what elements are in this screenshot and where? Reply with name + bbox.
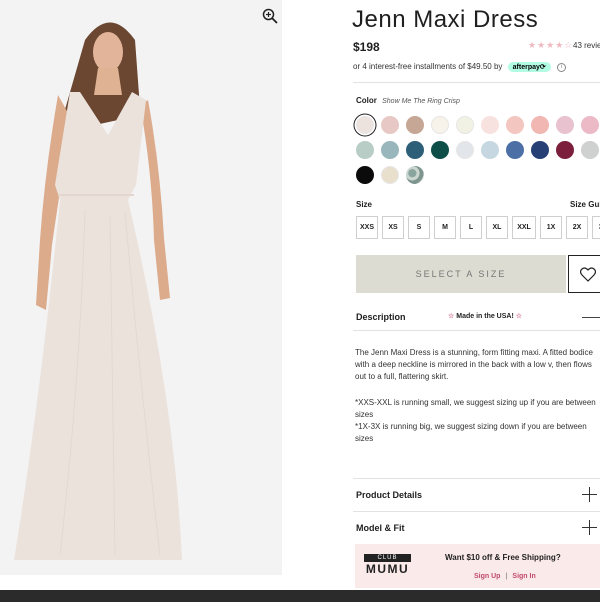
zoom-icon[interactable] [262,8,278,24]
wishlist-button[interactable] [568,255,600,293]
color-swatch[interactable] [456,141,474,159]
club-mumu-logo: CLUB MUMU [364,554,411,576]
sizing-note-big: *1X-3X is running big, we suggest sizing… [355,422,587,443]
size-option-3x[interactable]: 3X [592,216,600,239]
rating-stars[interactable]: ★★★★☆ [528,40,573,51]
color-swatch[interactable] [581,141,599,159]
size-option-xl[interactable]: XL [486,216,508,239]
club-links: Sign Up | Sign In [474,573,536,580]
model-fit-toggle[interactable]: Model & Fit [356,523,405,533]
color-swatch[interactable] [381,141,399,159]
sizing-note-small: *XXS-XXL is running small, we suggest si… [355,398,596,419]
size-option-l[interactable]: L [460,216,482,239]
size-option-xxs[interactable]: XXS [356,216,378,239]
color-swatch[interactable] [556,141,574,159]
product-image[interactable] [0,0,282,575]
sign-in-link[interactable]: Sign In [512,573,535,580]
expand-product-details-icon[interactable] [582,487,597,502]
selected-color-name: Show Me The Ring Crisp [382,98,460,105]
size-option-xxl[interactable]: XXL [512,216,536,239]
made-in-usa-badge: ☆ Made in the USA! ☆ [448,312,522,320]
description-heading[interactable]: Description [356,312,406,322]
product-details-toggle[interactable]: Product Details [356,490,422,500]
club-logo-bottom: MUMU [365,562,410,576]
color-swatch[interactable] [456,116,474,134]
color-swatch[interactable] [406,166,424,184]
heart-icon [580,266,596,282]
color-swatch[interactable] [431,141,449,159]
color-swatch[interactable] [406,141,424,159]
divider [353,82,600,83]
color-swatch[interactable] [381,116,399,134]
star-icon: ☆ [448,313,455,320]
star-icon: ☆ [515,313,523,320]
club-promo-text: Want $10 off & Free Shipping? [445,553,561,562]
size-option-xs[interactable]: XS [382,216,404,239]
divider [353,330,600,331]
color-swatch[interactable] [506,141,524,159]
size-option-m[interactable]: M [434,216,456,239]
size-option-2x[interactable]: 2X [566,216,588,239]
select-size-button[interactable]: SELECT A SIZE [356,255,566,293]
bottom-bar [0,590,600,602]
product-title: Jenn Maxi Dress [352,6,539,33]
color-swatch[interactable] [506,116,524,134]
color-heading: Color Show Me The Ring Crisp [356,96,460,105]
color-swatch[interactable] [481,116,499,134]
divider [353,511,600,512]
review-count-link[interactable]: 43 reviews [573,41,600,50]
color-swatch[interactable] [356,141,374,159]
color-swatch[interactable] [381,166,399,184]
divider [353,478,600,479]
color-swatch[interactable] [581,116,599,134]
afterpay-badge: afterpay⟳ [507,62,551,72]
info-icon[interactable]: i [557,62,566,72]
description-text: The Jenn Maxi Dress is a stunning, form … [355,348,593,381]
model-photo [0,0,282,575]
color-swatch[interactable] [431,116,449,134]
color-swatch[interactable] [531,141,549,159]
color-label: Color [356,96,377,105]
color-swatch[interactable] [356,116,374,134]
color-swatch[interactable] [556,116,574,134]
color-swatch[interactable] [356,166,374,184]
color-swatch[interactable] [481,141,499,159]
product-price: $198 [353,40,380,54]
collapse-description-icon[interactable] [582,317,600,318]
color-swatch[interactable] [406,116,424,134]
club-logo-top: CLUB [364,554,411,562]
expand-model-fit-icon[interactable] [582,520,597,535]
made-in-usa-text: Made in the USA! [456,313,514,320]
color-swatch[interactable] [531,116,549,134]
installments-label: or 4 interest-free installments of $49.5… [353,62,503,72]
size-option-s[interactable]: S [408,216,430,239]
size-option-1x[interactable]: 1X [540,216,562,239]
size-label: Size [356,200,373,209]
installments-text: or 4 interest-free installments of $49.5… [353,62,566,72]
sign-up-link[interactable]: Sign Up [474,573,500,580]
size-guide-link[interactable]: Size Guide [570,200,600,209]
link-separator: | [505,573,508,580]
